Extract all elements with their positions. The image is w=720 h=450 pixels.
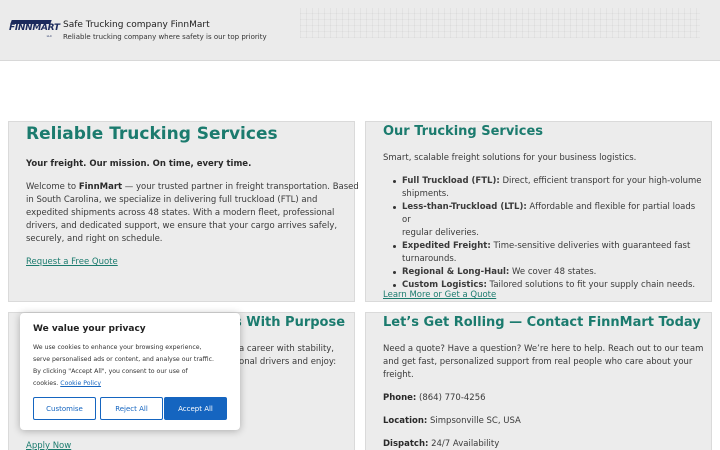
contact-intro-line2: and get fast, personalized support from …	[383, 357, 693, 367]
cookie-body-line3: By clicking "Accept All", you consent to…	[33, 368, 188, 375]
site-header: FINNMART LLC Safe Trucking company FinnM…	[0, 0, 720, 61]
phone-label: Phone:	[383, 393, 417, 403]
service-text: Tailored solutions to fit your supply ch…	[486, 280, 696, 290]
service-text: regular deliveries.	[402, 228, 479, 238]
contact-intro-line1: Need a quote? Have a question? We’re her…	[383, 344, 704, 354]
finnmart-logo[interactable]: FINNMART LLC	[9, 20, 60, 40]
services-card: Our Trucking Services Smart, scalable fr…	[365, 121, 712, 302]
intro-line3: expedited shipments across 48 states. Wi…	[26, 208, 335, 218]
learn-more-link[interactable]: Learn More or Get a Quote	[383, 290, 496, 300]
phone-value[interactable]: (864) 770-4256	[416, 393, 486, 403]
hero-intro: Welcome to FinnMart — your trusted partn…	[26, 181, 359, 246]
services-list: Full Truckload (FTL): Direct, efficient …	[393, 175, 702, 292]
services-intro: Smart, scalable freight solutions for yo…	[383, 153, 637, 163]
careers-line2: onal drivers and enjoy:	[239, 357, 337, 367]
contact-title: Let’s Get Rolling — Contact FinnMart Tod…	[383, 315, 701, 330]
logo-llc: LLC	[46, 34, 52, 38]
contact-intro: Need a quote? Have a question? We’re her…	[383, 343, 708, 382]
intro-line5: securely, and right on schedule.	[26, 234, 163, 244]
header-background-pattern	[300, 8, 700, 38]
intro-line4: drivers, and dedicated support, we ensur…	[26, 221, 338, 231]
service-item-ftl: Full Truckload (FTL): Direct, efficient …	[393, 175, 702, 201]
logo-text: FINNMART	[9, 23, 60, 33]
intro-line1: — your trusted partner in freight transp…	[122, 182, 359, 192]
service-label: Less-than-Truckload (LTL):	[402, 202, 527, 212]
dispatch-value: 24/7 Availability	[428, 439, 500, 449]
services-title: Our Trucking Services	[383, 124, 544, 139]
apply-now-link[interactable]: Apply Now	[26, 441, 71, 450]
site-title[interactable]: Safe Trucking company FinnMart	[63, 20, 210, 30]
service-text: Time-sensitive deliveries with guarantee…	[490, 241, 691, 251]
contact-phone: Phone: (864) 770-4256	[383, 392, 486, 405]
location-label: Location:	[383, 416, 428, 426]
site-tagline: Reliable trucking company where safety i…	[63, 33, 267, 41]
cookie-body-line2: serve personalised ads or content, and a…	[33, 356, 215, 363]
intro-brand: FinnMart	[78, 182, 123, 192]
service-text: shipments.	[402, 189, 449, 199]
customise-button[interactable]: Customise	[33, 397, 96, 420]
intro-prefix: Welcome to	[26, 182, 79, 192]
cookie-consent-banner: We value your privacy We use cookies to …	[20, 313, 240, 430]
service-label: Regional & Long-Haul:	[402, 267, 510, 277]
contact-intro-line3: freight.	[383, 370, 414, 380]
careers-title: s With Purpose	[234, 315, 346, 330]
dispatch-label: Dispatch:	[383, 439, 429, 449]
service-item-expedited: Expedited Freight: Time-sensitive delive…	[393, 240, 702, 266]
hero-title: Reliable Trucking Services	[26, 124, 278, 144]
request-quote-link[interactable]: Request a Free Quote	[26, 257, 118, 267]
service-text: turnarounds.	[402, 254, 457, 264]
cookie-policy-link[interactable]: Cookie Policy	[60, 380, 101, 387]
cookie-body-line1: We use cookies to enhance your browsing …	[33, 344, 202, 351]
cookie-title: We value your privacy	[33, 324, 146, 334]
hero-subtitle: Your freight. Our mission. On time, ever…	[26, 159, 252, 169]
intro-line2: in South Carolina, we specialize in deli…	[26, 195, 318, 205]
careers-line1: a career with stability,	[239, 344, 335, 354]
hero-card: Reliable Trucking Services Your freight.…	[8, 121, 359, 302]
service-text: Direct, efficient transport for your hig…	[499, 176, 702, 186]
service-label: Full Truckload (FTL):	[402, 176, 500, 186]
reject-all-button[interactable]: Reject All	[100, 397, 163, 420]
accept-all-button[interactable]: Accept All	[164, 397, 227, 420]
cookie-body: We use cookies to enhance your browsing …	[33, 342, 233, 390]
service-label: Custom Logistics:	[402, 280, 487, 290]
service-text: We cover 48 states.	[509, 267, 597, 277]
service-item-ltl: Less-than-Truckload (LTL): Affordable an…	[393, 201, 702, 240]
contact-dispatch: Dispatch: 24/7 Availability	[383, 438, 499, 450]
contact-location: Location: Simpsonville SC, USA	[383, 415, 521, 428]
location-value: Simpsonville SC, USA	[427, 416, 521, 426]
service-label: Expedited Freight:	[402, 241, 491, 251]
service-item-regional: Regional & Long-Haul: We cover 48 states…	[393, 266, 702, 279]
cookie-body-line4: cookies.	[33, 380, 61, 387]
contact-card: Let’s Get Rolling — Contact FinnMart Tod…	[365, 312, 712, 450]
